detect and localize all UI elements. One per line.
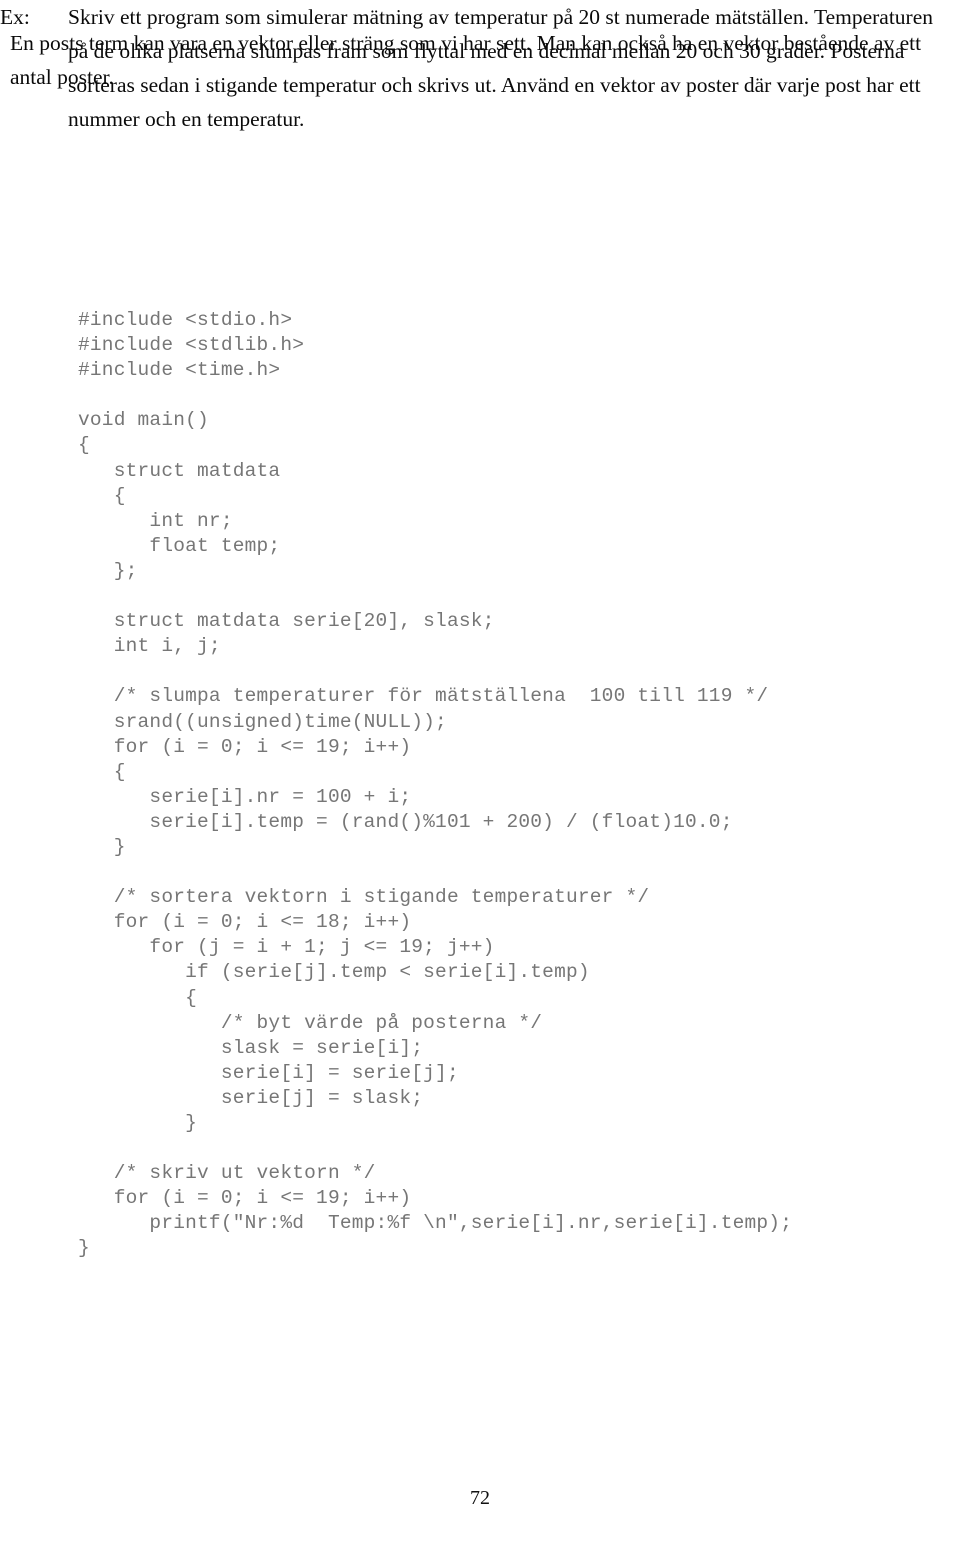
page-number: 72 <box>470 1487 490 1509</box>
intro-paragraph: En posts term kan vara en vektor eller s… <box>10 30 922 89</box>
c-code-listing: #include <stdio.h> #include <stdlib.h> #… <box>78 309 793 1260</box>
document-page: En posts term kan vara en vektor eller s… <box>0 0 960 1543</box>
